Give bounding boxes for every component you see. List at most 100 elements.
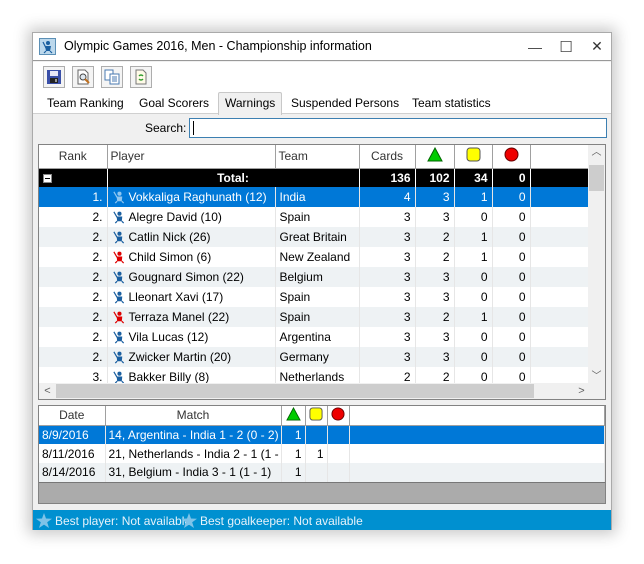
tab-warnings[interactable]: Warnings [218, 92, 283, 115]
cards-cell: 3 [359, 347, 416, 367]
rank-cell: 2. [39, 307, 108, 327]
player-row[interactable]: 2. Terraza Manel (22) Spain 3 2 1 0 [39, 307, 591, 327]
yellow-cell: 1 [454, 307, 493, 327]
tab-team-ranking[interactable]: Team Ranking [41, 95, 130, 114]
team-cell: Spain [275, 307, 360, 327]
team-cell: Germany [275, 347, 360, 367]
player-cell: Zwicker Martin (20) [107, 347, 276, 367]
player-row[interactable]: 2. Zwicker Martin (20) Germany 3 3 0 0 [39, 347, 591, 367]
player-row[interactable]: 2. Alegre David (10) Spain 3 3 0 0 [39, 207, 591, 227]
col-green-card[interactable] [415, 145, 455, 169]
rank-cell: 2. [39, 287, 108, 307]
player-row[interactable]: 1. Vokkaliga Raghunath (12) India 4 3 1 0 [39, 187, 591, 207]
search-input[interactable] [189, 118, 607, 138]
match-cell: 14, Argentina - India 1 - 2 (0 - 2) [105, 425, 282, 444]
toolbar [33, 62, 611, 92]
green-cell: 1 [281, 425, 306, 444]
minimize-button[interactable]: — [520, 33, 550, 60]
cards-cell: 3 [359, 327, 416, 347]
horizontal-scrollbar[interactable]: < > [39, 383, 590, 399]
vertical-scroll-thumb[interactable] [589, 165, 604, 191]
player-row[interactable]: 2. Child Simon (6) New Zealand 3 2 1 0 [39, 247, 591, 267]
player-row[interactable]: 2. Catlin Nick (26) Great Britain 3 2 1 0 [39, 227, 591, 247]
rank-cell: 2. [39, 247, 108, 267]
red-cell [327, 463, 350, 483]
date-cell: 8/9/2016 [39, 425, 106, 444]
total-yellow: 34 [454, 168, 493, 187]
col-detail-red[interactable] [327, 406, 350, 426]
team-cell: India [275, 187, 360, 207]
horizontal-scroll-thumb[interactable] [56, 384, 534, 398]
scroll-corner [588, 383, 605, 399]
col-filler [530, 145, 591, 169]
player-row[interactable]: 2. Lleonart Xavi (17) Spain 3 3 0 0 [39, 287, 591, 307]
col-detail-green[interactable] [281, 406, 306, 426]
close-button[interactable]: ✕ [582, 33, 612, 60]
player-cell: Child Simon (6) [107, 247, 276, 267]
match-row[interactable]: 8/9/2016 14, Argentina - India 1 - 2 (0 -… [39, 425, 605, 444]
player-blue-icon [112, 331, 124, 344]
col-red-card[interactable] [492, 145, 531, 169]
yellow-cell: 0 [454, 347, 493, 367]
tab-team-statistics[interactable]: Team statistics [406, 95, 497, 114]
green-cell: 2 [415, 307, 455, 327]
col-date[interactable]: Date [39, 406, 106, 426]
col-cards[interactable]: Cards [359, 145, 416, 169]
total-row[interactable]: Total: 136 102 34 0 [39, 168, 591, 187]
player-name: Lleonart Xavi (17) [128, 290, 224, 304]
collapse-toggle-icon[interactable] [43, 174, 52, 184]
red-cell: 0 [492, 207, 531, 227]
col-rank[interactable]: Rank [39, 145, 108, 169]
best-player-status: Best player: Not available [55, 514, 192, 528]
player-cell: Gougnard Simon (22) [107, 267, 276, 287]
maximize-button[interactable]: ☐ [551, 33, 581, 60]
green-cell: 1 [281, 463, 306, 483]
scroll-up-icon[interactable]: ︿ [588, 145, 605, 161]
rank-cell: 2. [39, 347, 108, 367]
print-preview-button[interactable] [72, 66, 94, 88]
player-blue-icon [112, 191, 124, 204]
total-red: 0 [492, 168, 531, 187]
save-button[interactable] [43, 66, 65, 88]
green-cell: 3 [415, 207, 455, 227]
player-name: Gougnard Simon (22) [128, 270, 244, 284]
red-cell: 0 [492, 327, 531, 347]
tab-goal-scorers[interactable]: Goal Scorers [133, 95, 215, 114]
star-icon [36, 513, 52, 528]
player-name: Alegre David (10) [128, 210, 222, 224]
match-row[interactable]: 8/14/2016 31, Belgium - India 3 - 1 (1 - … [39, 463, 605, 483]
player-cell: Terraza Manel (22) [107, 307, 276, 327]
red-cell: 0 [492, 247, 531, 267]
search-label: Search: [145, 121, 187, 135]
col-player[interactable]: Player [107, 145, 276, 169]
green-triangle-icon [426, 147, 443, 162]
col-match[interactable]: Match [105, 406, 282, 426]
header-row: Rank Player Team Cards [39, 145, 591, 169]
col-detail-yellow[interactable] [305, 406, 328, 426]
refresh-button[interactable] [130, 66, 152, 88]
player-red-icon [112, 251, 124, 264]
player-row[interactable]: 2. Vila Lucas (12) Argentina 3 3 0 0 [39, 327, 591, 347]
player-name: Zwicker Martin (20) [128, 350, 232, 364]
app-hockey-icon [39, 38, 56, 55]
floppy-disk-icon [47, 70, 61, 84]
player-row[interactable]: 2. Gougnard Simon (22) Belgium 3 3 0 0 [39, 267, 591, 287]
player-name: Vila Lucas (12) [128, 330, 209, 344]
tab-suspended-persons[interactable]: Suspended Persons [285, 95, 405, 114]
magnifier-page-icon [77, 69, 90, 85]
col-team[interactable]: Team [275, 145, 360, 169]
match-row[interactable]: 8/11/2016 21, Netherlands - India 2 - 1 (… [39, 444, 605, 463]
yellow-cell [305, 463, 328, 483]
vertical-scrollbar[interactable]: ︿ ﹀ [588, 145, 605, 385]
player-blue-icon [112, 291, 124, 304]
player-blue-icon [112, 231, 124, 244]
scroll-left-icon[interactable]: < [39, 383, 56, 399]
red-cell: 0 [492, 307, 531, 327]
col-yellow-card[interactable] [454, 145, 493, 169]
yellow-square-icon [309, 407, 323, 421]
player-name: Vokkaliga Raghunath (12) [128, 190, 267, 204]
green-cell: 3 [415, 347, 455, 367]
copy-button[interactable] [101, 66, 123, 88]
text-caret [193, 121, 194, 135]
red-cell: 0 [492, 347, 531, 367]
